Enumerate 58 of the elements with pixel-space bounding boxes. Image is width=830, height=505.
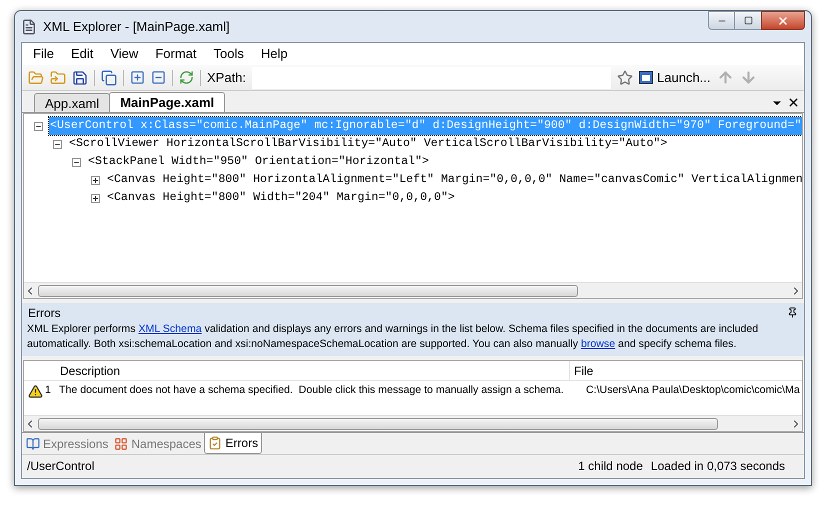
maximize-button[interactable] xyxy=(735,11,761,30)
status-path: /UserControl xyxy=(27,458,94,474)
menu-item[interactable]: View xyxy=(103,44,146,64)
menu-item[interactable]: Edit xyxy=(64,44,100,64)
panel-tab[interactable]: Namespaces xyxy=(111,433,204,454)
star-icon[interactable] xyxy=(617,70,634,86)
copy-icon[interactable] xyxy=(101,70,117,86)
xpath-label: XPath: xyxy=(207,68,246,87)
pin-icon[interactable] xyxy=(787,307,798,318)
close-icon[interactable] xyxy=(787,96,800,109)
panel-tab[interactable]: Expressions xyxy=(23,433,112,454)
menu-item[interactable]: Tools xyxy=(206,44,251,64)
app-icon xyxy=(21,18,37,34)
document-tab[interactable]: MainPage.xaml xyxy=(109,92,226,112)
error-row[interactable]: 1 The document does not have a schema specified. Double click this message to manually assign a schema. C:\Users\Ana Paula\Desktop\comic\comic\Ma xyxy=(24,381,802,401)
expand-all-icon[interactable] xyxy=(130,70,145,85)
column-header[interactable]: File xyxy=(570,361,802,380)
collapse-icon[interactable] xyxy=(34,122,43,130)
panel-title: Errors xyxy=(28,304,61,322)
xml-node[interactable]: <Canvas Height="800" Width="204" Margin="0,0,0,0"> xyxy=(106,189,456,207)
link[interactable]: browse xyxy=(580,338,616,350)
close-button[interactable] xyxy=(761,11,805,30)
scrollbar-thumb[interactable] xyxy=(38,284,578,296)
expand-icon[interactable] xyxy=(91,176,100,184)
book-icon xyxy=(26,436,40,450)
column-header[interactable]: Description xyxy=(58,361,570,380)
menu-item[interactable]: Help xyxy=(254,44,295,64)
errors-description: XML Explorer performs XML Schema validation and displays any errors and warnings in the list below. Schema files specified in the documents are included automatically. Both xsi:schemaLocation and xsi:noNamespaceSchemaLocation are supported. You can also manually browse and specify schema files. xyxy=(27,322,760,352)
expand-icon[interactable] xyxy=(91,194,100,202)
menu-item[interactable]: File xyxy=(26,44,61,64)
collapse-all-icon[interactable] xyxy=(151,70,166,85)
grid-icon xyxy=(114,436,128,450)
warning-icon xyxy=(28,384,43,398)
clipboard-icon xyxy=(208,436,222,450)
menu-item[interactable]: Format xyxy=(148,44,204,64)
xpath-field[interactable] xyxy=(252,66,612,88)
window-title: XML Explorer - [MainPage.xaml] xyxy=(43,18,230,36)
xml-node[interactable]: <ScrollViewer HorizontalScrollBarVisibility="Auto" VerticalScrollBarVisibility="Auto"> xyxy=(68,135,668,153)
panel-tab[interactable]: Errors xyxy=(204,433,262,454)
xml-node[interactable]: <StackPanel Width="950" Orientation="Horizontal"> xyxy=(87,153,430,171)
collapse-icon[interactable] xyxy=(72,158,81,166)
status-load-time: Loaded in 0,073 seconds xyxy=(650,458,785,474)
document-tab[interactable]: App.xaml xyxy=(34,93,110,112)
maximize-icon xyxy=(744,16,752,25)
refresh-icon[interactable] xyxy=(179,70,194,85)
error-description: The document does not have a schema specified. Double click this message to manually assign a schema. xyxy=(58,383,565,398)
status-child-count: 1 child node xyxy=(578,458,643,474)
error-number: 1 xyxy=(44,383,52,398)
launch-button[interactable]: Launch... xyxy=(639,68,711,88)
close-icon xyxy=(777,14,789,26)
xml-node[interactable]: <Canvas Height="800" HorizontalAlignment="Left" Margin="0,0,0,0" Name="canvasComic" VerticalAlignmen xyxy=(106,171,802,189)
horizontal-scrollbar[interactable] xyxy=(24,282,802,298)
scrollbar-thumb[interactable] xyxy=(38,418,718,430)
horizontal-scrollbar[interactable] xyxy=(24,415,802,431)
collapse-icon[interactable] xyxy=(53,140,62,148)
link[interactable]: XML Schema xyxy=(138,323,202,335)
error-file: C:\Users\Ana Paula\Desktop\comic\comic\Ma xyxy=(585,383,800,398)
save-icon[interactable] xyxy=(72,70,88,86)
